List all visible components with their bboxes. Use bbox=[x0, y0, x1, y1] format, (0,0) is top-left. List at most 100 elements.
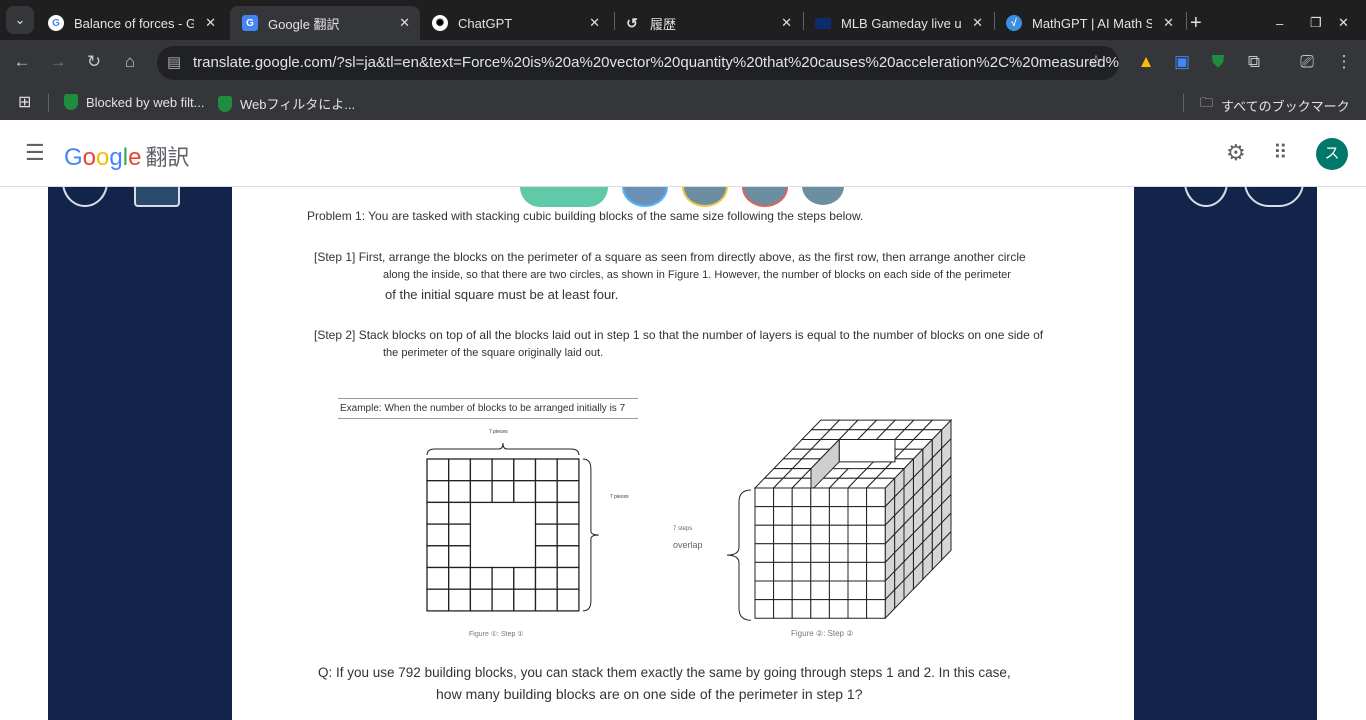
block bbox=[534, 458, 558, 482]
google-apps-icon[interactable]: ⠿ bbox=[1273, 140, 1288, 165]
block bbox=[534, 523, 558, 547]
cube-face bbox=[791, 543, 812, 563]
close-icon[interactable]: ✕ bbox=[205, 15, 216, 31]
tab-search-button[interactable]: ⌄ bbox=[6, 6, 34, 34]
shield-icon bbox=[64, 94, 78, 110]
cube-face bbox=[866, 580, 886, 601]
cast-icon[interactable]: ⎚ bbox=[1296, 52, 1318, 72]
restore-button[interactable]: ❐ bbox=[1310, 6, 1322, 40]
block bbox=[556, 523, 580, 547]
block bbox=[513, 588, 537, 612]
block bbox=[426, 458, 450, 482]
screenshot-extension-icon[interactable]: ▣ bbox=[1171, 52, 1193, 72]
cube-face bbox=[754, 524, 775, 545]
close-icon[interactable]: ✕ bbox=[399, 15, 410, 31]
avatar[interactable]: ス bbox=[1316, 138, 1348, 170]
forward-icon[interactable]: → bbox=[47, 52, 69, 72]
block bbox=[448, 523, 472, 547]
minimize-button[interactable]: – bbox=[1276, 6, 1283, 40]
block bbox=[534, 566, 558, 590]
star-icon[interactable]: ☆ bbox=[1085, 52, 1107, 72]
block bbox=[556, 566, 580, 590]
mlb-icon bbox=[815, 17, 831, 29]
cube-face bbox=[754, 506, 775, 526]
figure-2-stacked-cube bbox=[726, 418, 953, 621]
block bbox=[469, 566, 493, 590]
block bbox=[491, 458, 515, 482]
cube-face bbox=[847, 580, 868, 601]
block bbox=[513, 566, 537, 590]
google-drive-icon[interactable]: ▲ bbox=[1135, 52, 1157, 72]
cube-face bbox=[791, 599, 812, 619]
problem-sheet: Problem 1: You are tasked with stacking … bbox=[232, 187, 1134, 720]
folder-icon: 🗀 bbox=[1200, 95, 1214, 110]
translated-image: Problem 1: You are tasked with stacking … bbox=[0, 187, 1366, 720]
tab-history[interactable]: ↺ 履歴 ✕ bbox=[612, 6, 802, 40]
circle-button[interactable] bbox=[1184, 187, 1228, 207]
cube-face bbox=[866, 599, 886, 619]
google-icon: G bbox=[48, 15, 64, 31]
extensions-icon[interactable]: ⧉ bbox=[1243, 52, 1265, 72]
block bbox=[491, 566, 515, 590]
cube-face bbox=[847, 524, 868, 545]
height-brace bbox=[726, 489, 752, 621]
cube-face bbox=[828, 506, 849, 526]
block bbox=[534, 588, 558, 612]
back-circle-button[interactable] bbox=[62, 187, 108, 207]
settings-icon[interactable]: ⚙ bbox=[1226, 140, 1246, 166]
tab-balance-of-forces[interactable]: G Balance of forces - G ✕ bbox=[36, 6, 226, 40]
cube-face bbox=[828, 543, 849, 563]
cube-face bbox=[754, 580, 775, 601]
cube-face bbox=[810, 580, 830, 601]
site-info-icon[interactable]: ▤ bbox=[167, 46, 181, 80]
apps-icon[interactable]: ⊞ bbox=[18, 92, 31, 112]
cube-face bbox=[773, 506, 793, 526]
tab-chatgpt[interactable]: ✺ ChatGPT ✕ bbox=[420, 6, 610, 40]
bookmark-web-filter[interactable]: Webフィルタによ... bbox=[218, 94, 355, 113]
close-icon[interactable]: ✕ bbox=[1163, 15, 1174, 31]
cube-face bbox=[810, 599, 830, 619]
shield-extension-icon[interactable]: ⛊ bbox=[1207, 52, 1229, 72]
block bbox=[448, 458, 472, 482]
send-button[interactable] bbox=[1244, 187, 1304, 207]
close-window-button[interactable]: ✕ bbox=[1338, 6, 1349, 40]
block bbox=[426, 523, 450, 547]
back-icon[interactable]: ← bbox=[11, 52, 33, 72]
cube-face bbox=[847, 506, 868, 526]
figure-1-flat-square bbox=[426, 442, 599, 612]
cube-face bbox=[828, 524, 849, 545]
history-icon: ↺ bbox=[626, 14, 638, 31]
close-icon[interactable]: ✕ bbox=[589, 15, 600, 31]
cube-face bbox=[866, 524, 886, 545]
cube-face bbox=[866, 487, 886, 508]
google-translate-logo[interactable]: Google 翻訳 bbox=[64, 140, 189, 172]
block bbox=[534, 501, 558, 525]
address-bar[interactable]: ▤ translate.google.com/?sl=ja&tl=en&text=… bbox=[157, 46, 1119, 80]
new-tab-button[interactable]: + bbox=[1190, 6, 1202, 40]
all-bookmarks[interactable]: 🗀 すべてのブックマーク bbox=[1200, 94, 1350, 116]
home-icon[interactable]: ⌂ bbox=[119, 52, 141, 72]
block bbox=[556, 458, 580, 482]
tab-google-translate[interactable]: G Google 翻訳 ✕ bbox=[230, 6, 420, 40]
mathgpt-icon: √ bbox=[1006, 15, 1022, 31]
browser-toolbar: ← → ↻ ⌂ ▤ translate.google.com/?sl=ja&tl=… bbox=[0, 40, 1366, 86]
block bbox=[426, 566, 450, 590]
reload-icon[interactable]: ↻ bbox=[83, 52, 105, 72]
cube-face bbox=[773, 561, 793, 582]
menu-icon[interactable]: ⋮ bbox=[1333, 52, 1355, 72]
block bbox=[513, 480, 537, 504]
tab-mathgpt[interactable]: √ MathGPT | AI Math S ✕ bbox=[994, 6, 1184, 40]
bookmarks-bar: ⊞ Blocked by web filt... Webフィルタによ... 🗀 す… bbox=[0, 86, 1366, 120]
hamburger-menu-icon[interactable]: ☰ bbox=[25, 140, 45, 166]
close-icon[interactable]: ✕ bbox=[781, 15, 792, 31]
block bbox=[426, 545, 450, 569]
square-button[interactable] bbox=[134, 187, 180, 207]
bookmark-blocked[interactable]: Blocked by web filt... bbox=[64, 94, 205, 110]
close-icon[interactable]: ✕ bbox=[972, 15, 983, 31]
block bbox=[469, 480, 493, 504]
block bbox=[491, 588, 515, 612]
cube-face bbox=[791, 561, 812, 582]
cube-face bbox=[773, 487, 793, 508]
cube-face bbox=[847, 561, 868, 582]
tab-mlb[interactable]: MLB Gameday live up ✕ bbox=[803, 6, 993, 40]
